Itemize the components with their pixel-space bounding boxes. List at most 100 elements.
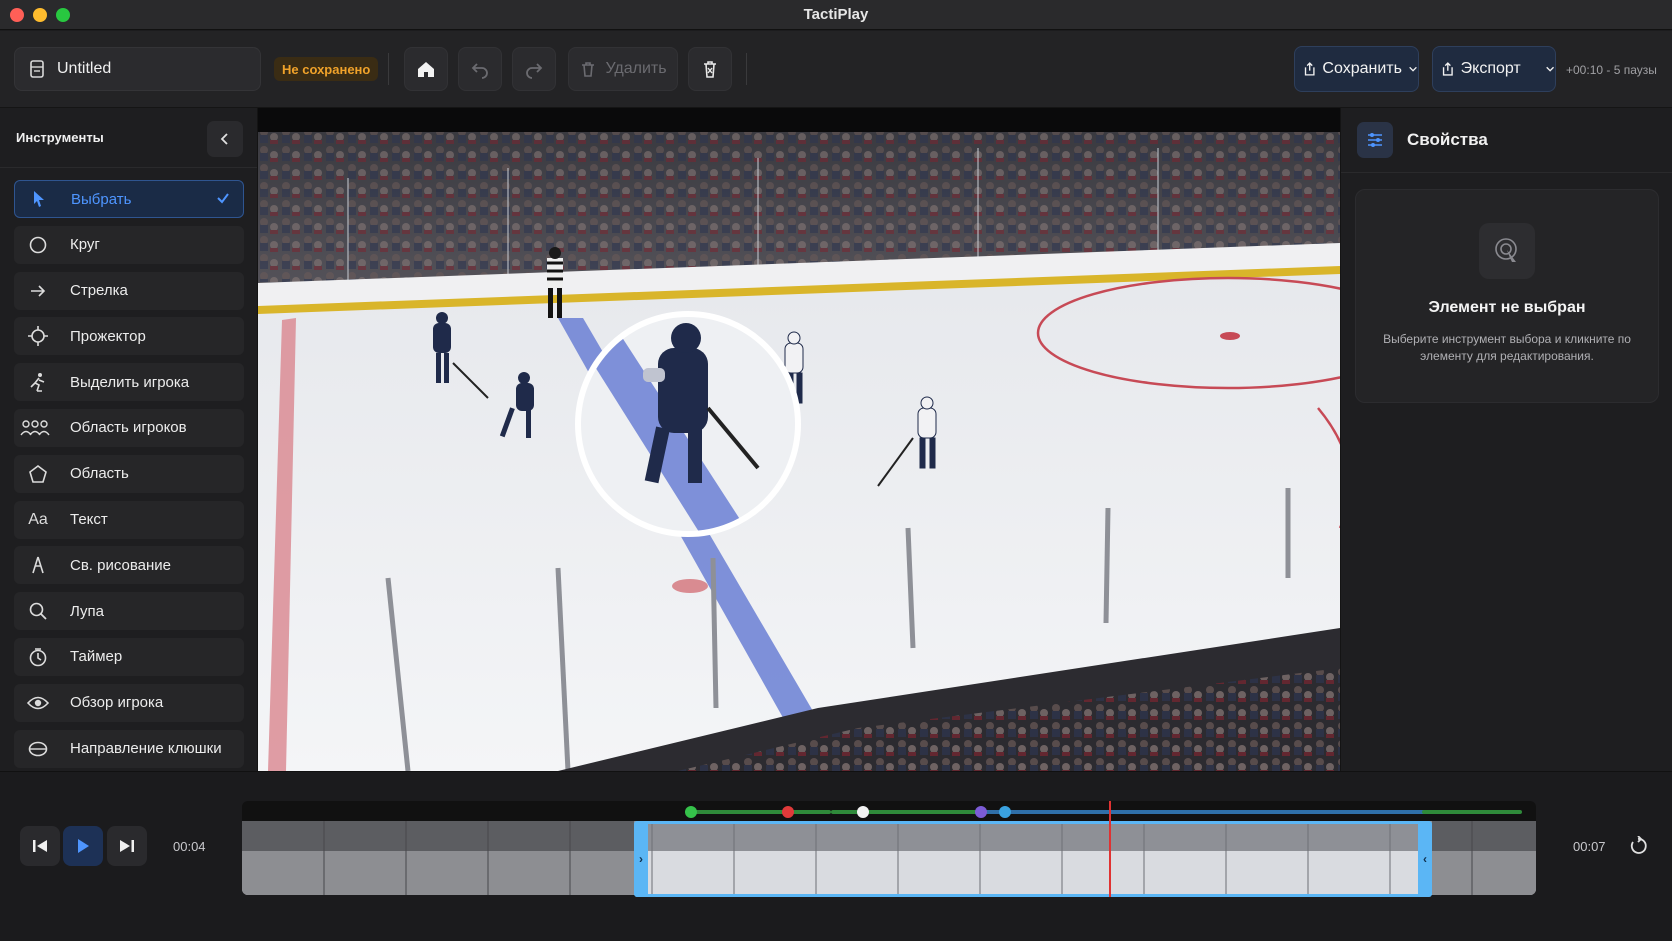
empty-description: Выберите инструмент выбора и кликните по… (1383, 332, 1631, 363)
tool-label: Выбрать (71, 190, 132, 208)
keyframe-marker[interactable] (975, 806, 987, 818)
app-title: TactiPlay (803, 6, 869, 23)
trim-end-handle[interactable]: ‹ (1418, 821, 1432, 897)
stick-direction-icon (26, 737, 50, 761)
tool-label: Область (70, 465, 129, 483)
timeline-track[interactable]: › ‹ (242, 801, 1536, 901)
magnifier-icon (26, 599, 50, 623)
play-icon (78, 839, 89, 853)
toolbar-divider (388, 53, 389, 85)
reset-button[interactable] (1624, 832, 1652, 860)
empty-title: Элемент не выбран (1428, 299, 1586, 316)
end-time: 00:07 (1573, 839, 1606, 854)
main-toolbar: Untitled Не сохранено Удалить Сохранить … (0, 31, 1672, 108)
step-back-button[interactable] (20, 826, 60, 866)
keyframe-marker[interactable] (685, 806, 697, 818)
tool-stick-direction[interactable]: Направление клюшки (14, 729, 244, 768)
share-icon (1304, 62, 1315, 76)
cursor-icon (27, 187, 51, 211)
tool-label: Прожектор (70, 327, 146, 345)
tool-circle[interactable]: Круг (14, 225, 244, 264)
home-icon (418, 62, 434, 77)
duration-info: +00:10 - 5 паузы (1566, 63, 1657, 77)
tool-label: Таймер (70, 648, 123, 666)
circle-icon (26, 233, 50, 257)
tool-freehand[interactable]: Св. рисование (14, 546, 244, 585)
step-forward-button[interactable] (107, 826, 147, 866)
minimize-window-button[interactable] (33, 8, 47, 22)
tools-sidebar: Инструменты Выбрать Круг Стрелка Прожект… (0, 108, 258, 771)
export-button[interactable]: Экспорт (1432, 46, 1556, 92)
document-name: Untitled (57, 60, 112, 77)
sliders-icon (1357, 122, 1393, 158)
tool-area[interactable]: Область (14, 454, 244, 493)
document-icon (30, 60, 44, 78)
tools-list: Выбрать Круг Стрелка Прожектор Выделить … (14, 180, 244, 775)
unsaved-badge: Не сохранено (274, 57, 379, 81)
tools-title: Инструменты (16, 130, 104, 145)
players-group-icon (20, 416, 50, 440)
tool-label: Лупа (70, 602, 104, 620)
document-name-box[interactable]: Untitled (14, 47, 261, 91)
tool-label: Текст (70, 511, 108, 529)
pentagon-icon (26, 462, 50, 486)
trash-icon (582, 62, 595, 77)
delete-button[interactable]: Удалить (568, 47, 678, 91)
tool-label: Св. рисование (70, 556, 172, 574)
home-button[interactable] (404, 47, 448, 91)
keyframe-marker[interactable] (782, 806, 794, 818)
arrow-right-icon (26, 279, 50, 303)
chevron-left-icon (220, 133, 228, 145)
check-icon (217, 193, 229, 204)
keyframe-segment-blue (977, 810, 1487, 814)
keyframe-segment-green (1422, 810, 1522, 814)
export-label: Экспорт (1460, 60, 1521, 77)
tool-label: Направление клюшки (70, 740, 222, 758)
tool-players-area[interactable]: Область игроков (14, 408, 244, 447)
undo-icon (471, 63, 488, 79)
tool-label: Стрелка (70, 282, 128, 300)
tap-pointer-icon (1479, 223, 1535, 279)
trim-selection[interactable] (634, 821, 1432, 897)
tool-label: Область игроков (70, 419, 187, 437)
tool-highlight-player[interactable]: Выделить игрока (14, 363, 244, 402)
tool-text[interactable]: Aa Текст (14, 500, 244, 539)
tool-label: Круг (70, 236, 100, 254)
current-time: 00:04 (173, 839, 206, 854)
hockey-rink-frame (258, 108, 1340, 771)
collapse-sidebar-button[interactable] (207, 121, 243, 157)
keyframe-marker[interactable] (857, 806, 869, 818)
tool-label: Обзор игрока (70, 694, 164, 712)
video-canvas[interactable] (258, 108, 1340, 771)
freehand-icon (26, 553, 50, 577)
reset-icon (1630, 836, 1647, 854)
save-button[interactable]: Сохранить (1294, 46, 1419, 92)
tool-select[interactable]: Выбрать (14, 180, 244, 218)
redo-button[interactable] (512, 47, 556, 91)
tool-magnifier[interactable]: Лупа (14, 592, 244, 631)
close-window-button[interactable] (10, 8, 24, 22)
play-button[interactable] (63, 826, 103, 866)
undo-button[interactable] (458, 47, 502, 91)
tool-arrow[interactable]: Стрелка (14, 271, 244, 310)
step-forward-icon (120, 840, 134, 852)
toolbar-divider (746, 53, 747, 85)
tool-player-view[interactable]: Обзор игрока (14, 683, 244, 722)
window-controls (10, 8, 70, 22)
eye-icon (26, 691, 50, 715)
title-bar: TactiPlay (0, 0, 1672, 30)
tool-label: Выделить игрока (70, 373, 190, 391)
zoom-window-button[interactable] (56, 8, 70, 22)
tool-spotlight[interactable]: Прожектор (14, 317, 244, 356)
properties-title: Свойства (1407, 130, 1488, 149)
keyframe-segment-green (691, 810, 831, 814)
save-label: Сохранить (1322, 60, 1402, 77)
clear-all-button[interactable] (688, 47, 732, 91)
keyframe-marker[interactable] (999, 806, 1011, 818)
playhead[interactable] (1109, 801, 1111, 897)
trim-start-handle[interactable]: › (634, 821, 648, 897)
tool-timer[interactable]: Таймер (14, 637, 244, 676)
playback-bar: 00:04 › ‹ 00:07 (0, 771, 1672, 941)
timer-icon (26, 645, 50, 669)
chevron-down-icon (1545, 66, 1554, 72)
